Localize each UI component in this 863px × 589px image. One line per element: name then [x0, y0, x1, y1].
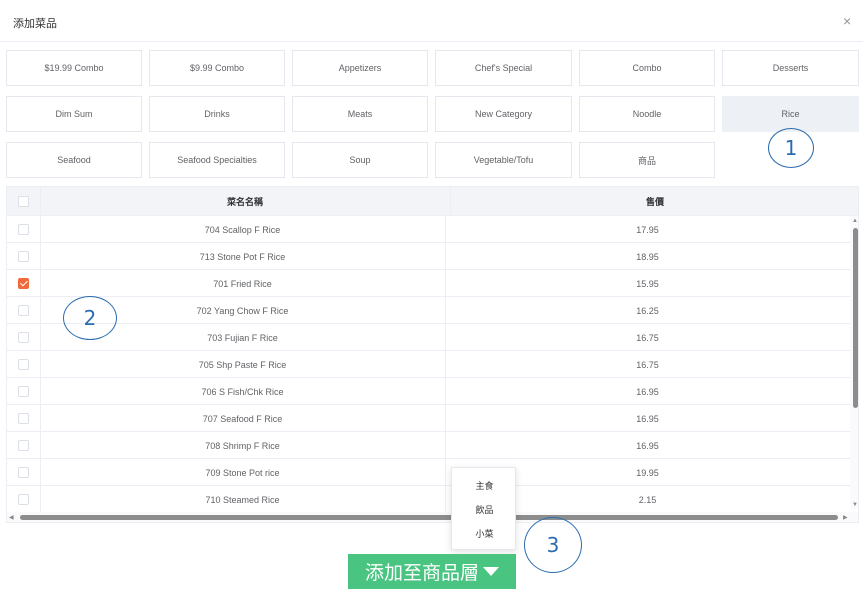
dish-name: 704 Scallop F Rice: [204, 224, 281, 235]
row-checkbox[interactable]: [18, 467, 29, 478]
dish-name: 708 Shrimp F Rice: [205, 440, 280, 451]
row-select-cell: [7, 378, 40, 405]
header-select-cell: [7, 187, 40, 216]
scroll-right-icon[interactable]: ▶: [843, 515, 848, 521]
category-soup[interactable]: Soup: [292, 142, 428, 178]
table-row[interactable]: 709 Stone Pot rice 19.95: [7, 459, 850, 486]
row-checkbox[interactable]: [18, 494, 29, 505]
row-select-cell: [7, 486, 40, 513]
dish-price: 16.95: [636, 386, 659, 397]
add-to-layer-button[interactable]: 添加至商品層: [348, 554, 516, 589]
category-combo[interactable]: Combo: [579, 50, 715, 86]
column-divider: [450, 187, 451, 216]
dish-name: 710 Steamed Rice: [205, 494, 280, 505]
category-19-99-combo[interactable]: $19.99 Combo: [6, 50, 142, 86]
row-checkbox[interactable]: [18, 278, 29, 289]
category-appetizers[interactable]: Appetizers: [292, 50, 428, 86]
dish-table: 菜名名稱 售價 704 Scallop F Rice 17.95 713 Sto…: [6, 186, 859, 523]
row-select-cell: [7, 351, 40, 378]
row-select-cell: [7, 324, 40, 351]
row-select-cell: [7, 216, 40, 243]
caret-down-icon: [483, 567, 499, 576]
column-divider: [445, 216, 446, 512]
layer-dropdown-menu: 主食 飲品 小菜: [451, 467, 516, 550]
scroll-up-icon[interactable]: ▲: [852, 218, 858, 224]
category-meats[interactable]: Meats: [292, 96, 428, 132]
annotation-circle-2: 2: [63, 296, 117, 340]
row-select-cell: [7, 270, 40, 297]
vertical-scroll-thumb[interactable]: [853, 228, 858, 408]
row-checkbox[interactable]: [18, 386, 29, 397]
dish-price: 17.95: [636, 224, 659, 235]
dish-price: 16.95: [636, 440, 659, 451]
dropdown-item-staple[interactable]: 主食: [452, 475, 517, 495]
dialog-header: 添加菜品 ×: [0, 0, 863, 42]
table-row[interactable]: 705 Shp Paste F Rice 16.75: [7, 351, 850, 378]
add-to-layer-label: 添加至商品層: [364, 563, 479, 584]
category-seafood-specialties[interactable]: Seafood Specialties: [149, 142, 285, 178]
dropdown-item-drinks[interactable]: 飲品: [452, 499, 517, 519]
dropdown-item-side-dish[interactable]: 小菜: [452, 523, 517, 543]
close-icon[interactable]: ×: [843, 14, 851, 28]
table-row[interactable]: 710 Steamed Rice 2.15: [7, 486, 850, 513]
category-drinks[interactable]: Drinks: [149, 96, 285, 132]
dish-price: 15.95: [636, 278, 659, 289]
row-checkbox[interactable]: [18, 251, 29, 262]
dish-name: 706 S Fish/Chk Rice: [201, 386, 284, 397]
scroll-left-icon[interactable]: ◀: [9, 515, 14, 521]
row-select-cell: [7, 297, 40, 324]
row-checkbox[interactable]: [18, 440, 29, 451]
horizontal-scroll-thumb[interactable]: [20, 515, 838, 520]
row-checkbox[interactable]: [18, 413, 29, 424]
dish-price: 16.75: [636, 359, 659, 370]
row-checkbox[interactable]: [18, 359, 29, 370]
dish-price: 16.75: [636, 332, 659, 343]
column-header-name: 菜名名稱: [226, 197, 263, 207]
table-row[interactable]: 708 Shrimp F Rice 16.95: [7, 432, 850, 459]
row-checkbox[interactable]: [18, 305, 29, 316]
dish-name: 713 Stone Pot F Rice: [199, 251, 286, 262]
category-new-category[interactable]: New Category: [435, 96, 572, 132]
table-row[interactable]: 706 S Fish/Chk Rice 16.95: [7, 378, 850, 405]
table-header: 菜名名稱 售價: [7, 187, 858, 216]
category-shangpin[interactable]: 商品: [579, 142, 715, 178]
table-row[interactable]: 704 Scallop F Rice 17.95: [7, 216, 850, 243]
dish-name: 705 Shp Paste F Rice: [198, 359, 287, 370]
dish-name: 707 Seafood F Rice: [202, 413, 283, 424]
table-row[interactable]: 713 Stone Pot F Rice 18.95: [7, 243, 850, 270]
row-select-cell: [7, 459, 40, 486]
category-seafood[interactable]: Seafood: [6, 142, 142, 178]
row-select-cell: [7, 432, 40, 459]
table-row[interactable]: 707 Seafood F Rice 16.95: [7, 405, 850, 432]
dish-price: 16.95: [636, 413, 659, 424]
table-row[interactable]: 702 Yang Chow F Rice 16.25: [7, 297, 850, 324]
dish-name: 709 Stone Pot rice: [205, 467, 280, 478]
annotation-circle-1: 1: [768, 128, 814, 168]
horizontal-scrollbar[interactable]: ◀ ▶: [7, 512, 858, 522]
category-dim-sum[interactable]: Dim Sum: [6, 96, 142, 132]
column-divider: [40, 187, 41, 216]
dish-price: 18.95: [636, 251, 659, 262]
category-chefs-special[interactable]: Chef's Special: [435, 50, 572, 86]
dish-name: 701 Fried Rice: [213, 278, 272, 289]
row-checkbox[interactable]: [18, 224, 29, 235]
category-noodle[interactable]: Noodle: [579, 96, 715, 132]
table-row[interactable]: 703 Fujian F Rice 16.75: [7, 324, 850, 351]
row-select-cell: [7, 243, 40, 270]
table-row[interactable]: 701 Fried Rice 15.95: [7, 270, 850, 297]
scroll-down-icon[interactable]: ▼: [852, 502, 858, 508]
category-vegetable-tofu[interactable]: Vegetable/Tofu: [435, 142, 572, 178]
category-desserts[interactable]: Desserts: [722, 50, 859, 86]
vertical-scrollbar[interactable]: ▲ ▼: [850, 216, 858, 509]
annotation-circle-3: 3: [524, 517, 582, 573]
category-rice[interactable]: Rice: [722, 96, 859, 132]
row-checkbox[interactable]: [18, 332, 29, 343]
column-header-price: 售價: [645, 197, 664, 207]
category-9-99-combo[interactable]: $9.99 Combo: [149, 50, 285, 86]
dish-price: 16.25: [636, 305, 659, 316]
row-select-cell: [7, 405, 40, 432]
select-all-checkbox[interactable]: [18, 196, 29, 207]
column-divider: [40, 216, 41, 512]
dialog-title: 添加菜品: [13, 18, 57, 30]
